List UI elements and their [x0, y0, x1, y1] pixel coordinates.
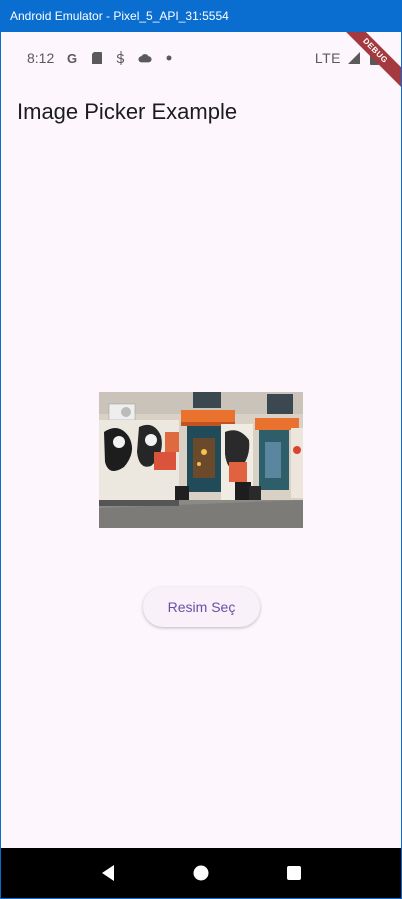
debug-banner: DEBUG: [341, 32, 401, 92]
google-icon: G: [66, 51, 80, 65]
recents-icon[interactable]: [282, 861, 306, 885]
emulator-title: Android Emulator - Pixel_5_API_31:5554: [10, 9, 229, 23]
cloud-icon: [138, 51, 152, 65]
phone-screen: 8:12 G S LTE DEBUG Image Picker Example …: [1, 32, 401, 898]
system-nav-bar: [1, 848, 401, 898]
back-icon[interactable]: [96, 861, 120, 885]
status-time: 8:12: [27, 50, 55, 66]
debug-banner-label: DEBUG: [341, 32, 401, 90]
emulator-titlebar: Android Emulator - Pixel_5_API_31:5554: [0, 0, 402, 32]
sim-card-icon: [90, 51, 104, 65]
page-title: Image Picker Example: [17, 99, 238, 124]
pick-image-button[interactable]: Resim Seç: [143, 587, 260, 627]
home-icon[interactable]: [189, 861, 213, 885]
picked-image: [99, 392, 303, 528]
storage-icon: S: [114, 51, 128, 65]
network-type: LTE: [314, 50, 341, 66]
svg-text:G: G: [67, 51, 77, 65]
dot-icon: [162, 51, 176, 65]
